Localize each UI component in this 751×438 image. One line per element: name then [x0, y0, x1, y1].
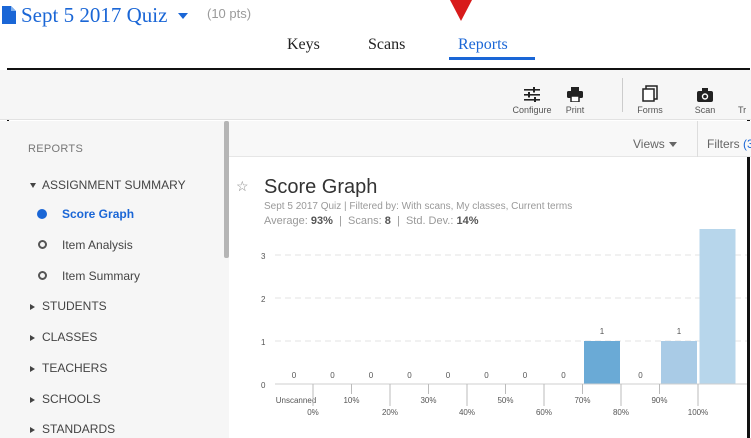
score-graph-chart: 0 1 2 3 0 0 0 0 0 0 0 0 1 0 1 Unscanned 0% 10% 20% 30% 40% 50…: [261, 229, 747, 417]
x-tick-label: 90%: [651, 396, 667, 405]
scan-label: Scan: [694, 105, 716, 115]
forms-icon: [642, 85, 658, 102]
sidebar-section-students[interactable]: STUDENTS: [30, 299, 107, 313]
filters-count: (3: [743, 137, 751, 151]
caret-down-icon[interactable]: [178, 13, 188, 19]
scans-label: Scans:: [348, 215, 382, 227]
stddev-value: 14%: [456, 215, 479, 227]
annotation-arrow-top-icon: [450, 0, 472, 21]
tr-label: Tr: [738, 105, 747, 115]
x-tick-label: 80%: [613, 408, 629, 417]
tab-scans[interactable]: Scans: [368, 36, 405, 54]
forms-label: Forms: [637, 105, 663, 115]
views-dropdown[interactable]: Views: [633, 137, 677, 151]
bar-value-label: 0: [446, 371, 451, 380]
sidebar-group-assignment-summary[interactable]: ASSIGNMENT SUMMARY: [30, 178, 186, 192]
expand-right-icon: [30, 365, 35, 372]
tab-keys[interactable]: Keys: [287, 36, 320, 54]
bar-value-label: 1: [600, 327, 605, 336]
bar: [661, 341, 697, 384]
page-title: Score Graph: [264, 176, 378, 198]
y-tick-label: 0: [261, 381, 266, 390]
bar-value-label: 0: [523, 371, 528, 380]
assignment-points: (10 pts): [207, 6, 252, 21]
average-label: Average:: [264, 215, 308, 227]
document-icon: [2, 6, 16, 24]
report-subtitle: Sept 5 2017 Quiz | Filtered by: With sca…: [264, 201, 573, 212]
sidebar-group-label: ASSIGNMENT SUMMARY: [42, 178, 186, 192]
sidebar-heading: REPORTS: [28, 143, 84, 155]
caret-down-icon: [668, 142, 677, 148]
bar-value-label: 0: [561, 371, 566, 380]
sidebar-section-label: STUDENTS: [42, 299, 107, 313]
expand-right-icon: [30, 426, 35, 433]
radio-empty-icon: [38, 240, 47, 249]
sidebar-section-teachers[interactable]: TEACHERS: [30, 361, 107, 375]
assignment-header: Sept 5 2017 Quiz (10 pts) Keys Scans Rep…: [0, 0, 751, 68]
print-button[interactable]: Print: [560, 80, 590, 115]
y-tick-label: 3: [261, 252, 266, 261]
assignment-title[interactable]: Sept 5 2017 Quiz: [21, 3, 167, 28]
window-frame-right: [747, 3, 750, 438]
views-label: Views: [633, 137, 665, 151]
sidebar-section-schools[interactable]: SCHOOLS: [30, 392, 101, 406]
bar: [699, 229, 736, 384]
report-stats: Average: 93% | Scans: 8 | Std. Dev.: 14%: [264, 215, 479, 227]
x-tick-label: 50%: [497, 396, 513, 405]
sidebar-section-standards[interactable]: STANDARDS: [30, 422, 115, 436]
printer-icon: [567, 87, 583, 102]
tr-button[interactable]: Tr: [738, 80, 750, 115]
sidebar-section-label: STANDARDS: [42, 422, 116, 436]
configure-label: Configure: [512, 105, 552, 115]
filters-button[interactable]: Filters (3: [707, 137, 751, 151]
sidebar-item-item-summary[interactable]: Item Summary: [62, 269, 140, 283]
star-icon[interactable]: ☆: [236, 178, 249, 195]
sidebar-item-score-graph[interactable]: Score Graph: [62, 207, 134, 221]
bar-value-label: 0: [638, 371, 643, 380]
bar-value-label: 0: [407, 371, 412, 380]
x-tick-label: Unscanned: [276, 396, 316, 405]
x-tick-label: 70%: [574, 396, 590, 405]
x-tick-label: 40%: [459, 408, 475, 417]
x-tick-label: 30%: [420, 396, 436, 405]
camera-icon: [697, 88, 713, 102]
sidebar-item-item-analysis[interactable]: Item Analysis: [62, 238, 133, 252]
scans-value: 8: [384, 215, 391, 227]
expand-right-icon: [30, 334, 35, 341]
x-tick-label: 20%: [382, 408, 398, 417]
bar-value-label: 0: [369, 371, 374, 380]
bar-value-label: 1: [677, 327, 682, 336]
tab-reports[interactable]: Reports: [458, 36, 508, 54]
expand-down-icon: [30, 183, 36, 189]
bar-value-label: 0: [330, 371, 335, 380]
options-divider: [697, 121, 698, 157]
stddev-label: Std. Dev.:: [405, 215, 454, 227]
bar: [584, 341, 620, 384]
x-tick-label: 0%: [307, 408, 319, 417]
forms-button[interactable]: Forms: [636, 80, 664, 115]
print-label: Print: [565, 105, 585, 115]
radio-empty-icon: [38, 271, 47, 280]
sidebar-section-classes[interactable]: CLASSES: [30, 330, 97, 344]
average-value: 93%: [310, 215, 333, 227]
y-tick-label: 1: [261, 338, 266, 347]
configure-button[interactable]: Configure: [507, 80, 557, 115]
x-tick-label: 100%: [688, 408, 708, 417]
bar-value-label: 0: [292, 371, 297, 380]
toolbar-divider: [622, 78, 623, 112]
expand-right-icon: [30, 303, 35, 310]
x-tick-label: 10%: [343, 396, 359, 405]
y-tick-label: 2: [261, 295, 266, 304]
radio-filled-icon: [37, 209, 47, 219]
active-tab-indicator: [449, 57, 535, 60]
sidebar-section-label: SCHOOLS: [42, 392, 101, 406]
scan-button[interactable]: Scan: [692, 80, 718, 115]
sliders-icon: [524, 87, 540, 102]
expand-right-icon: [30, 396, 35, 403]
sidebar-section-label: CLASSES: [42, 330, 98, 344]
filters-label: Filters: [707, 137, 740, 151]
x-tick-label: 60%: [536, 408, 552, 417]
bar-value-label: 0: [484, 371, 489, 380]
sidebar-section-label: TEACHERS: [42, 361, 108, 375]
